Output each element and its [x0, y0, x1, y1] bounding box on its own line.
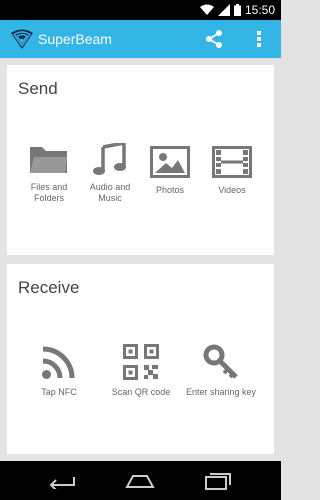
send-videos-button[interactable]: Videos — [200, 146, 264, 196]
receive-qr-label: Scan QR code — [111, 387, 171, 397]
recent-apps-button[interactable] — [203, 471, 233, 491]
superbeam-logo-icon — [11, 29, 33, 49]
receive-tap-nfc-button[interactable]: Tap NFC — [25, 344, 93, 398]
app-bar: SuperBeam — [0, 20, 281, 58]
status-icons: 15:50 — [199, 3, 275, 17]
back-button[interactable] — [47, 471, 77, 491]
send-audio-and-music-button[interactable]: Audio and Music — [78, 143, 142, 204]
receive-enter-sharing-key-button[interactable]: Enter sharing key — [183, 344, 259, 398]
receive-title: Receive — [18, 278, 80, 297]
overflow-menu-button[interactable] — [250, 28, 268, 50]
send-files-label: Files and Folders — [30, 182, 68, 203]
send-videos-label: Videos — [218, 185, 246, 195]
receive-scan-qr-button[interactable]: Scan QR code — [107, 344, 175, 398]
status-time: 15:50 — [244, 3, 275, 17]
home-icon — [125, 475, 155, 488]
nfc-icon — [42, 346, 75, 379]
wifi-icon — [199, 4, 214, 15]
film-icon — [212, 146, 252, 178]
receive-nfc-label: Tap NFC — [41, 387, 77, 397]
send-card: Send Files and Folders Audio and Music P… — [7, 65, 274, 255]
home-button[interactable] — [125, 471, 155, 491]
share-icon — [206, 30, 222, 48]
share-button[interactable] — [203, 28, 225, 50]
receive-card: Receive Tap NFC Scan QR code Enter shari… — [7, 264, 274, 454]
send-photos-button[interactable]: Photos — [138, 146, 202, 196]
back-icon — [49, 477, 75, 489]
recent-apps-icon — [205, 473, 231, 490]
receive-key-label: Enter sharing key — [185, 387, 257, 397]
send-files-and-folders-button[interactable]: Files and Folders — [17, 143, 81, 204]
status-bar: 15:50 — [0, 0, 281, 20]
qr-code-icon — [123, 344, 159, 380]
signal-icon — [217, 4, 230, 16]
folder-icon — [30, 147, 67, 173]
key-icon — [203, 344, 238, 379]
navigation-bar — [0, 461, 281, 500]
overflow-menu-icon — [257, 31, 261, 47]
app-title: SuperBeam — [38, 31, 112, 47]
send-title: Send — [18, 79, 58, 98]
send-audio-label: Audio and Music — [89, 182, 131, 203]
send-photos-label: Photos — [155, 185, 185, 195]
photo-icon — [150, 146, 190, 178]
music-note-icon — [93, 143, 126, 175]
battery-icon — [233, 4, 241, 16]
